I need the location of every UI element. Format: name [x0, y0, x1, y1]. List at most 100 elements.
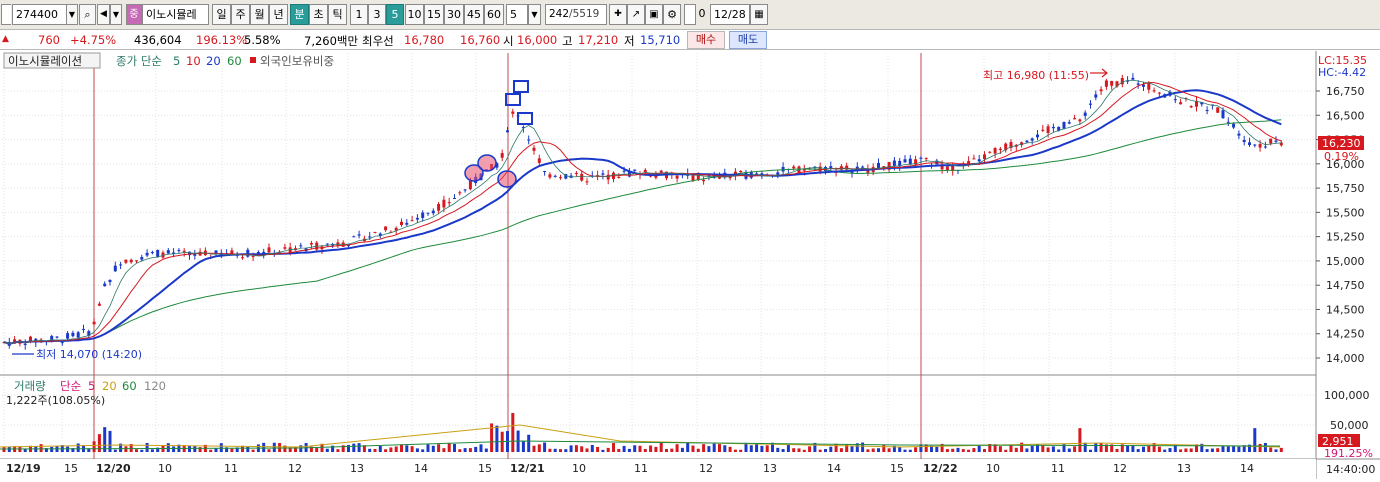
candle-body	[119, 264, 123, 266]
period-second[interactable]: 초	[309, 4, 328, 25]
volume-bar	[315, 448, 319, 452]
interval-15[interactable]: 15	[424, 4, 444, 25]
volume-bar	[325, 448, 329, 452]
volume-bar	[765, 445, 769, 452]
volume-bar	[262, 442, 266, 452]
speaker-icon[interactable]: ◀	[97, 4, 110, 25]
date-checkbox[interactable]	[684, 4, 696, 25]
volume-bar	[405, 445, 409, 452]
stock-code-input[interactable]: 274400	[12, 4, 67, 25]
volume-bar	[1089, 449, 1092, 452]
candle-body	[1131, 77, 1135, 80]
period-minute-label: 분	[294, 8, 305, 21]
time-label: 14	[1240, 462, 1254, 475]
toolbar: 274400 ▼ ⌕ ◀ ▼ 중 이노시뮬레 일 주 월 년 분 초 틱 1 3…	[0, 0, 1380, 30]
candle-body	[792, 166, 796, 169]
sound-dropdown-button[interactable]: ▼	[110, 4, 122, 25]
price-tick-label: 15,250	[1326, 231, 1365, 244]
volume-bar	[50, 446, 54, 452]
stock-chart[interactable]: 이노시뮬레이션 종가 단순 5 10 20 60 외국인보유비중 LC:15.3…	[0, 51, 1380, 479]
volume-bar	[723, 445, 727, 452]
gear-icon[interactable]: ⚙	[663, 4, 681, 25]
volume-bar	[829, 446, 833, 452]
volume-bar	[951, 448, 955, 452]
trend-icon[interactable]: ↗	[627, 4, 645, 25]
period-week[interactable]: 주	[231, 4, 250, 25]
volume-bar	[590, 444, 594, 452]
candle-body	[384, 226, 388, 231]
volume-bar	[336, 449, 340, 452]
crosshair-icon[interactable]: ✚	[609, 4, 627, 25]
trade-amount: 7,260백만	[304, 34, 359, 48]
candle-body	[129, 259, 133, 263]
calendar-icon[interactable]: ▦	[750, 4, 768, 25]
period-minute[interactable]: 분	[290, 4, 309, 25]
candle-body	[1099, 89, 1103, 92]
candle-body	[177, 250, 181, 252]
best-label: 최우선	[362, 34, 394, 48]
period-tick[interactable]: 틱	[328, 4, 347, 25]
volume-bar	[606, 447, 610, 452]
volume-bar	[627, 448, 631, 452]
candle-body	[431, 210, 435, 214]
period-day[interactable]: 일	[212, 4, 231, 25]
buy-button[interactable]: 매수	[687, 31, 725, 49]
candle-body	[1242, 139, 1246, 143]
interval-45[interactable]: 45	[464, 4, 484, 25]
candle-body	[1073, 118, 1077, 120]
interval-5[interactable]: 5	[386, 4, 404, 25]
count-value: 242	[549, 8, 570, 20]
count-field[interactable]: 242/5519	[545, 4, 607, 25]
vol-ma20-label: 20	[102, 379, 117, 393]
volume-bar	[1168, 448, 1172, 452]
volume-bar	[437, 444, 441, 452]
price-tick-label: 16,500	[1326, 109, 1365, 122]
volume-bar	[553, 448, 557, 452]
volume-bar	[230, 448, 234, 452]
interval-60[interactable]: 60	[484, 4, 504, 25]
candle-body	[988, 151, 992, 153]
market-indicator	[1, 4, 11, 25]
interval-5-label: 5	[391, 8, 399, 21]
volume-bar	[718, 444, 721, 452]
total-value: /5519	[569, 8, 600, 20]
volume-bar	[739, 449, 743, 452]
best-ask: 16,780	[404, 33, 445, 47]
volume-bar	[400, 444, 403, 452]
volume-bar	[1263, 442, 1267, 452]
code-dropdown-button[interactable]: ▼	[66, 4, 78, 25]
period-month[interactable]: 월	[250, 4, 269, 25]
time-label: 11	[224, 462, 238, 475]
volume-bar	[1253, 428, 1257, 452]
interval-dropdown-button[interactable]: ▼	[528, 4, 541, 25]
candle-body	[977, 159, 981, 162]
candle-body	[468, 180, 472, 190]
candle-body	[309, 243, 313, 245]
chart-area[interactable]: 이노시뮬레이션 종가 단순 5 10 20 60 외국인보유비중 LC:15.3…	[0, 51, 1380, 479]
volume-bar	[453, 443, 456, 452]
interval-10[interactable]: 10	[405, 4, 424, 25]
search-icon[interactable]: ⌕	[79, 4, 96, 25]
volume-bar	[1126, 445, 1130, 452]
signal-circle-icon	[497, 170, 517, 188]
volume-bar	[458, 449, 462, 452]
stock-name-field[interactable]: 이노시뮬레	[142, 4, 209, 25]
sell-button[interactable]: 매도	[729, 31, 767, 49]
candle-body	[1142, 84, 1145, 87]
volume-bar	[1221, 446, 1225, 452]
interval-3[interactable]: 3	[368, 4, 386, 25]
volume-bar	[1258, 443, 1262, 452]
high-price: 17,210	[578, 33, 619, 47]
candle-body	[1221, 110, 1225, 119]
interval-1[interactable]: 1	[350, 4, 368, 25]
date-input[interactable]: 12/28	[710, 4, 750, 25]
interval-select[interactable]: 5	[506, 4, 528, 25]
period-year[interactable]: 년	[269, 4, 288, 25]
time-label: 15	[890, 462, 904, 475]
save-icon[interactable]: ▣	[645, 4, 663, 25]
interval-30[interactable]: 30	[444, 4, 464, 25]
volume-bar	[733, 449, 737, 452]
volume-bar	[654, 446, 658, 452]
candle-body	[633, 169, 637, 171]
candle-body	[675, 175, 679, 179]
